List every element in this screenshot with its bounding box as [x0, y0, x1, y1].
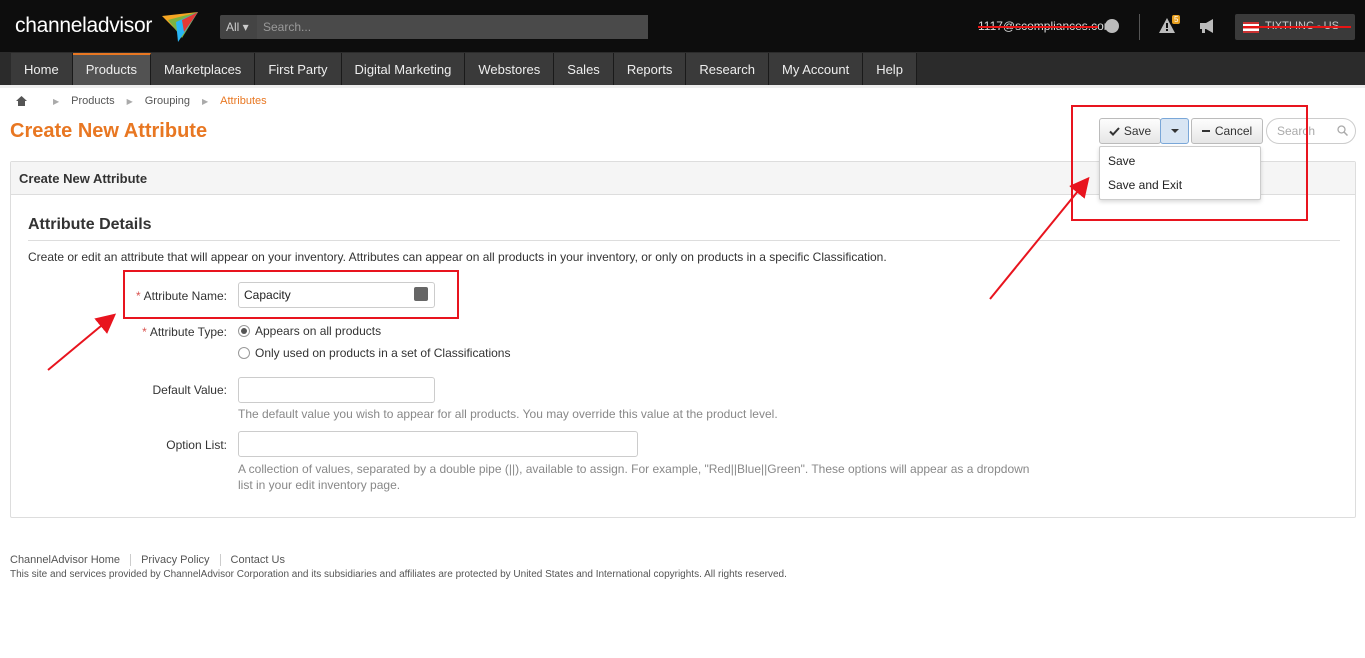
- footer-link-contact[interactable]: Contact Us: [219, 554, 295, 566]
- main-nav: Home Products Marketplaces First Party Digit…: [0, 52, 1365, 88]
- alert-count-badge: 5: [1172, 15, 1181, 24]
- nav-item-marketplaces[interactable]: Marketplaces: [151, 53, 256, 85]
- chevron-right-icon: ▶: [202, 96, 209, 106]
- header-divider: [1139, 14, 1140, 40]
- option-list-input[interactable]: [238, 431, 638, 457]
- breadcrumb-attributes[interactable]: Attributes: [220, 95, 266, 107]
- menu-item-save-and-exit[interactable]: Save and Exit: [1108, 178, 1182, 192]
- page-title: Create New Attribute: [10, 120, 208, 142]
- menu-item-save[interactable]: Save: [1108, 154, 1135, 168]
- nav-item-home[interactable]: Home: [11, 53, 73, 85]
- section-description: Create or edit an attribute that will ap…: [28, 250, 887, 264]
- save-options-menu: Save Save and Exit: [1099, 146, 1261, 200]
- nav-item-digital-marketing[interactable]: Digital Marketing: [341, 53, 466, 85]
- option-list-help: A collection of values, separated by a d…: [238, 461, 1029, 493]
- option-list-help-line1: A collection of values, separated by a d…: [238, 462, 1030, 476]
- attribute-type-label: * Attribute Type:: [121, 325, 227, 339]
- search-icon[interactable]: [1337, 125, 1348, 136]
- footer-link-privacy[interactable]: Privacy Policy: [130, 554, 219, 566]
- chevron-right-icon: ▶: [126, 96, 133, 106]
- nav-item-webstores[interactable]: Webstores: [465, 53, 555, 85]
- nav-item-products[interactable]: Products: [72, 53, 151, 85]
- footer-link-home[interactable]: ChannelAdvisor Home: [10, 554, 130, 566]
- type-option-classifications-label: Only used on products in a set of Classi…: [255, 346, 511, 360]
- type-option-all-products[interactable]: Appears on all products: [238, 324, 381, 338]
- home-icon[interactable]: [16, 96, 27, 106]
- option-list-label: Option List:: [166, 438, 227, 452]
- section-title: Attribute Details: [28, 216, 152, 233]
- default-value-help: The default value you wish to appear for…: [238, 407, 778, 421]
- attribute-type-label-text: Attribute Type:: [149, 325, 227, 339]
- nav-item-help[interactable]: Help: [863, 53, 917, 85]
- radio-classifications[interactable]: [238, 347, 250, 359]
- nav-item-sales[interactable]: Sales: [554, 53, 614, 85]
- nav-item-research[interactable]: Research: [686, 53, 769, 85]
- breadcrumb: ▶ Products ▶ Grouping ▶ Attributes: [16, 95, 267, 107]
- default-value-input[interactable]: [238, 377, 435, 403]
- chevron-right-icon: ▶: [53, 96, 60, 106]
- breadcrumb-products[interactable]: Products: [71, 95, 114, 107]
- breadcrumb-grouping[interactable]: Grouping: [145, 95, 190, 107]
- top-bar: channeladvisor All ▾ 1117@scompliances.c…: [0, 0, 1365, 52]
- default-value-label: Default Value:: [152, 383, 228, 397]
- channeladvisor-logo[interactable]: channeladvisor: [15, 14, 152, 38]
- nav-item-my-account[interactable]: My Account: [768, 53, 864, 85]
- logo-arrow-icon: [162, 12, 198, 42]
- radio-all-products[interactable]: [238, 325, 250, 337]
- redaction-line: [1243, 26, 1351, 28]
- footer-copyright: This site and services provided by Chann…: [10, 569, 787, 580]
- annotation-box-attribute-name: [123, 270, 459, 319]
- megaphone-icon[interactable]: [1198, 18, 1216, 34]
- global-search-input[interactable]: [257, 15, 648, 39]
- section-divider: [28, 240, 1340, 241]
- global-search: All ▾: [220, 15, 648, 39]
- search-scope-select[interactable]: All ▾: [220, 15, 257, 39]
- user-icon[interactable]: [1105, 19, 1119, 33]
- nav-items: Home Products Marketplaces First Party Digit…: [11, 53, 917, 85]
- option-list-help-line2: list in your edit inventory page.: [238, 478, 401, 492]
- required-marker: *: [142, 325, 147, 339]
- type-option-classifications[interactable]: Only used on products in a set of Classi…: [238, 346, 510, 360]
- nav-item-first-party[interactable]: First Party: [255, 53, 342, 85]
- redaction-line: [978, 26, 1098, 28]
- footer-links: ChannelAdvisor Home Privacy Policy Conta…: [10, 554, 295, 566]
- type-option-all-products-label: Appears on all products: [255, 324, 382, 338]
- nav-item-reports[interactable]: Reports: [613, 53, 687, 85]
